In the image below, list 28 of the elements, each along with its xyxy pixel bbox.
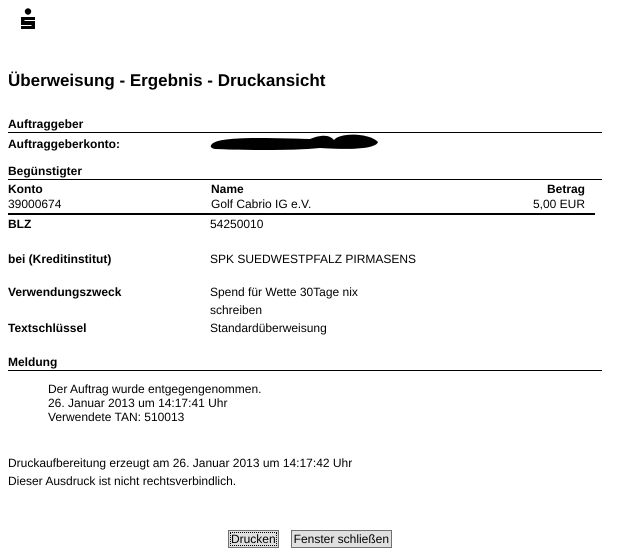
footer-note: Dieser Ausdruck ist nicht rechtsverbindlich. — [8, 473, 238, 490]
column-header: Konto — [8, 182, 44, 197]
field-label: Auftraggeberkonto: — [8, 137, 121, 151]
column-header: Name — [211, 182, 245, 197]
column-header: Betrag — [546, 182, 585, 197]
page-title: Überweisung - Ergebnis - Druckansicht — [8, 71, 326, 91]
action-button[interactable]: Fenster schließen — [290, 530, 392, 548]
action-button[interactable]: Drucken — [228, 530, 279, 548]
message-line: 26. Januar 2013 um 14:17:41 Uhr — [48, 396, 228, 410]
field-value: schreiben — [210, 302, 264, 319]
field-label: BLZ — [8, 216, 32, 233]
field-value: SPK SUEDWESTPFALZ PIRMASENS — [210, 251, 416, 268]
section-heading: Meldung — [8, 355, 58, 369]
table-cell-text: 39000674 — [8, 197, 62, 212]
field-label: Verwendungszweck — [8, 284, 122, 301]
message-line: Der Auftrag wurde entgegengenommen. — [48, 382, 262, 396]
section-heading: Begünstigter — [8, 164, 84, 178]
footer-note: Druckaufbereitung erzeugt am 26. Januar 2013 um 14:17:42 Uhr — [8, 455, 354, 472]
field-label: Textschlüssel — [8, 320, 88, 337]
table-cell-text: Golf Cabrio IG e.V. — [211, 197, 312, 212]
field-value: Standardüberweisung — [210, 320, 327, 337]
savings-bank-logo-icon — [18, 8, 38, 30]
section-heading: Auftraggeber — [8, 117, 84, 131]
field-value: Spend für Wette 30Tage nix — [210, 284, 358, 301]
field-label: bei (Kreditinstitut) — [8, 251, 112, 268]
field-value: 54250010 — [210, 216, 264, 233]
table-cell: 5,00 EUR — [532, 197, 585, 212]
message-line: Verwendete TAN: 510013 — [48, 410, 186, 424]
